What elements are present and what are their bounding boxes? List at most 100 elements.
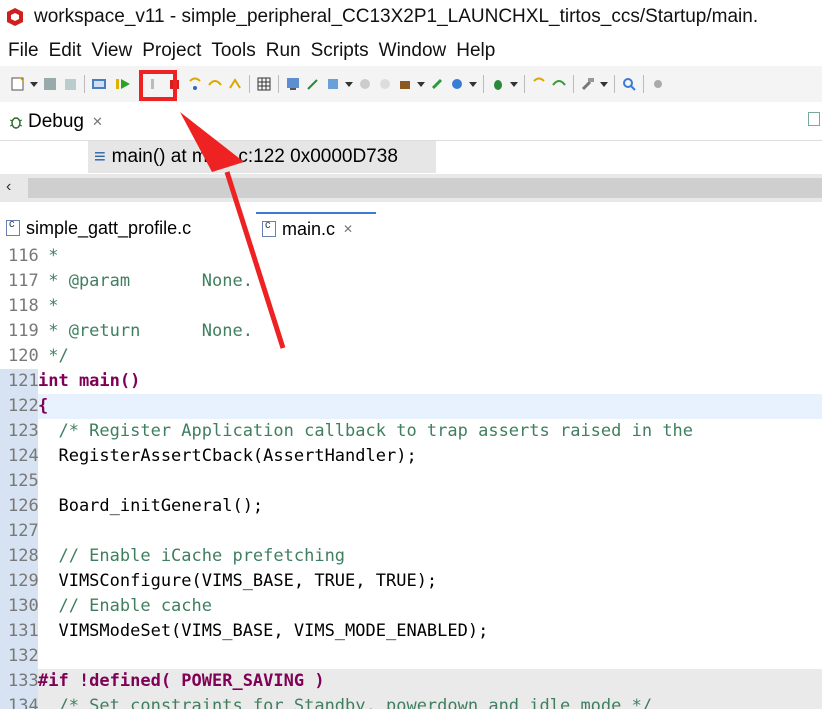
save-icon[interactable] xyxy=(42,76,58,92)
step-return-icon[interactable] xyxy=(227,76,243,92)
line-number: 127 xyxy=(0,519,39,544)
scroll-left-icon[interactable]: ‹ xyxy=(6,178,11,196)
new-icon[interactable] xyxy=(10,76,26,92)
breakpoint-disabled-icon[interactable] xyxy=(377,76,393,92)
tool-icon[interactable] xyxy=(305,76,321,92)
tab-main-c[interactable]: main.c ✕ xyxy=(256,212,376,244)
stack-frame-icon: ≡ xyxy=(94,145,106,168)
line-number: 130 xyxy=(0,594,39,619)
code-line: 134 /* Set constraints for Standby, powe… xyxy=(0,694,822,709)
code-line: 128 // Enable iCache prefetching xyxy=(0,544,822,569)
code-line: 125 xyxy=(0,469,822,494)
toolbar-separator xyxy=(249,75,250,93)
debug-close-icon[interactable]: ✕ xyxy=(92,114,103,130)
menu-help[interactable]: Help xyxy=(456,40,495,62)
code-text: VIMSConfigure(VIMS_BASE, TRUE, TRUE); xyxy=(38,571,438,591)
menu-tools[interactable]: Tools xyxy=(211,40,255,62)
tab-label: main.c xyxy=(282,218,336,239)
code-text: * xyxy=(38,246,59,266)
line-number: 117 xyxy=(8,271,39,291)
code-line: 127 xyxy=(0,519,822,544)
asm-step-over-icon[interactable] xyxy=(551,76,567,92)
hammer-icon[interactable] xyxy=(580,76,596,92)
menu-edit[interactable]: Edit xyxy=(49,40,82,62)
view-minimize-icon[interactable] xyxy=(808,112,820,126)
search-icon[interactable] xyxy=(621,76,637,92)
debug-bug-icon xyxy=(8,114,24,130)
code-line: 126 Board_initGeneral(); xyxy=(0,494,822,519)
toolbar-separator xyxy=(573,75,574,93)
probe-icon[interactable] xyxy=(325,76,341,92)
code-text: * xyxy=(38,296,59,316)
step-over-icon[interactable] xyxy=(207,76,223,92)
hammer-dropdown-icon[interactable] xyxy=(600,76,608,92)
line-number: 123 xyxy=(0,419,39,444)
line-number: 128 xyxy=(0,544,39,569)
probe-dropdown-icon[interactable] xyxy=(345,76,353,92)
window-title: workspace_v11 - simple_peripheral_CC13X2… xyxy=(34,6,759,27)
line-number: 120 xyxy=(8,346,39,366)
toolbar-separator xyxy=(643,75,644,93)
build-icon[interactable] xyxy=(397,76,413,92)
toolbar-separator xyxy=(524,75,525,93)
code-text: // Enable cache xyxy=(38,596,212,616)
debug-view-label: Debug xyxy=(28,111,84,132)
bug-dropdown-icon[interactable] xyxy=(510,76,518,92)
toolbar-grip xyxy=(2,76,6,92)
stack-frame-item[interactable]: ≡ main() at main.c:122 0x0000D738 xyxy=(88,141,436,173)
code-line: 121int main() xyxy=(0,369,822,394)
new-dropdown-icon[interactable] xyxy=(30,76,38,92)
code-line: 132 xyxy=(0,644,822,669)
code-text: */ xyxy=(38,346,69,366)
line-number: 118 xyxy=(8,296,39,316)
connect-target-icon[interactable] xyxy=(285,76,301,92)
code-line: 123 /* Register Application callback to … xyxy=(0,419,822,444)
code-line: 119 * @return None. xyxy=(0,319,822,344)
menu-view[interactable]: View xyxy=(91,40,132,62)
menu-file[interactable]: File xyxy=(8,40,39,62)
code-line: 117 * @param None. xyxy=(0,269,822,294)
menu-window[interactable]: Window xyxy=(379,40,447,62)
toolbar-separator xyxy=(84,75,85,93)
code-text: * @return None. xyxy=(38,321,253,341)
breakpoint-icon[interactable] xyxy=(357,76,373,92)
line-number: 122 xyxy=(0,394,39,419)
toolbar-separator xyxy=(614,75,615,93)
line-number: 126 xyxy=(0,494,39,519)
line-number: 129 xyxy=(0,569,39,594)
flash-icon[interactable] xyxy=(429,76,445,92)
code-text: /* Register Application callback to trap… xyxy=(38,421,694,441)
menu-scripts[interactable]: Scripts xyxy=(311,40,369,62)
debug-launch-dropdown-icon[interactable] xyxy=(469,76,477,92)
tab-label: simple_gatt_profile.c xyxy=(26,217,192,238)
step-into-icon[interactable] xyxy=(187,76,203,92)
build-dropdown-icon[interactable] xyxy=(417,76,425,92)
tab-simple-gatt-profile[interactable]: simple_gatt_profile.c xyxy=(0,212,256,244)
debug-hscrollbar[interactable]: ‹ xyxy=(0,174,822,202)
memory-grid-icon[interactable] xyxy=(256,76,272,92)
code-line: 118 * xyxy=(0,294,822,319)
scroll-thumb[interactable] xyxy=(28,178,822,198)
more-tools-icon[interactable] xyxy=(650,76,666,92)
resume-button-highlight xyxy=(139,70,177,101)
debug-view-tab[interactable]: Debug ✕ xyxy=(0,104,822,141)
debug-perspective-icon[interactable] xyxy=(91,76,107,92)
code-text: VIMSModeSet(VIMS_BASE, VIMS_MODE_ENABLED… xyxy=(38,621,489,641)
code-text: { xyxy=(38,396,49,416)
line-number: 124 xyxy=(0,444,39,469)
bug-icon[interactable] xyxy=(490,76,506,92)
debug-launch-icon[interactable] xyxy=(449,76,465,92)
code-line: 124 RegisterAssertCback(AssertHandler); xyxy=(0,444,822,469)
code-text: Board_initGeneral(); xyxy=(38,496,264,516)
asm-step-into-icon[interactable] xyxy=(531,76,547,92)
save-all-icon[interactable] xyxy=(62,76,78,92)
code-line: 133#if !defined( POWER_SAVING ) xyxy=(0,669,822,694)
code-editor[interactable]: 116 * 117 * @param None. 118 * 119 * @re… xyxy=(0,244,822,709)
resume-icon[interactable] xyxy=(115,76,131,92)
title-bar: workspace_v11 - simple_peripheral_CC13X2… xyxy=(0,0,822,34)
code-text: RegisterAssertCback(AssertHandler); xyxy=(38,446,417,466)
tab-close-icon[interactable]: ✕ xyxy=(343,222,353,236)
menu-project[interactable]: Project xyxy=(142,40,201,62)
current-code-line: 122{ xyxy=(0,394,822,419)
menu-run[interactable]: Run xyxy=(266,40,301,62)
